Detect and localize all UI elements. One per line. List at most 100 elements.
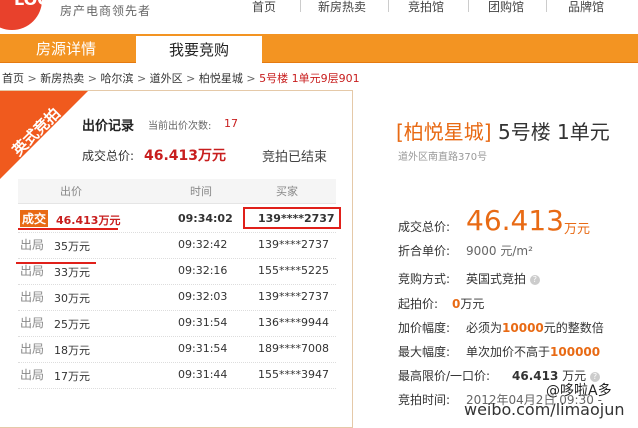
max-increment-label: 最大幅度: <box>398 345 451 359</box>
breadcrumb-district[interactable]: 道外区 <box>150 72 183 85</box>
nav-group-buy[interactable]: 团购馆 <box>488 0 524 15</box>
nav-divider <box>300 0 301 12</box>
breadcrumb-home[interactable]: 首页 <box>2 72 24 85</box>
auction-time-label: 竞拍时间: <box>398 393 451 407</box>
table-row: 出局 35万元 09:32:42 139****2737 <box>18 233 336 259</box>
status-badge: 出局 <box>20 368 45 382</box>
table-row: 出局 30万元 09:32:03 139****2737 <box>18 285 336 311</box>
start-price-label: 起拍价: <box>398 297 439 311</box>
breadcrumb-current: 5号楼 1单元9层901 <box>259 72 360 85</box>
bidder: 155****5225 <box>258 264 329 277</box>
bidder: 136****9944 <box>258 316 329 329</box>
auction-mode-value: 英国式竞拍 <box>466 272 527 286</box>
increment-suffix: 元的整数倍 <box>543 321 604 335</box>
increment-prefix: 必须为 <box>466 321 503 335</box>
total-price-unit: 万元 <box>564 222 591 237</box>
nav-new-homes[interactable]: 新房热卖 <box>318 0 366 15</box>
bidder: 189****7008 <box>258 342 329 355</box>
bidder: 155****3947 <box>258 368 329 381</box>
breadcrumb-new-homes[interactable]: 新房热卖 <box>40 72 84 85</box>
record-title: 出价记录 <box>82 119 135 134</box>
unit-price-label: 折合单价: <box>398 244 451 258</box>
nav-divider <box>388 0 389 12</box>
auction-status: 竞拍已结束 <box>262 150 328 165</box>
bid-price: 35万元 <box>54 240 90 253</box>
nav-divider <box>546 0 547 12</box>
unit-name: 5号楼 1单元 <box>497 120 610 144</box>
deal-price-label: 成交总价: <box>82 149 135 163</box>
highlight-box-buyer <box>243 207 341 229</box>
table-row: 出局 25万元 09:31:54 136****9944 <box>18 311 336 337</box>
bid-time: 09:32:03 <box>178 290 228 303</box>
auction-mode: 英国式竞拍 ? <box>466 270 540 287</box>
highlight-underline-out <box>16 262 96 264</box>
breadcrumb-separator: > <box>27 72 37 85</box>
bid-count-label: 当前出价次数: <box>148 121 212 132</box>
help-icon[interactable]: ? <box>529 274 540 285</box>
increment-value: 10000 <box>502 321 544 335</box>
watermark-url: weibo.com/limaojun <box>464 400 625 419</box>
nav-divider <box>468 0 469 12</box>
status-badge: 出局 <box>20 316 45 330</box>
nav-brand[interactable]: 品牌馆 <box>568 0 604 15</box>
table-header: 出价 时间 买家 <box>18 179 336 204</box>
column-buyer: 买家 <box>276 185 298 198</box>
bid-price: 30万元 <box>54 292 90 305</box>
listing-title: [柏悦星城] 5号楼 1单元 <box>396 116 610 145</box>
table-row: 出局 17万元 09:31:44 155****3947 <box>18 363 336 389</box>
bid-time: 09:31:54 <box>178 316 228 329</box>
nav-auction[interactable]: 竞拍馆 <box>408 0 444 15</box>
main-nav: 首页 新房热卖 竞拍馆 团购馆 品牌馆 <box>250 0 638 14</box>
tab-bid[interactable]: 我要竞购 <box>136 36 262 63</box>
bid-time: 09:34:02 <box>178 212 233 225</box>
status-badge: 出局 <box>20 238 45 252</box>
bid-price: 46.413万元 <box>56 214 121 227</box>
breadcrumb-city[interactable]: 哈尔滨 <box>100 72 133 85</box>
address: 道外区南直路370号 <box>398 152 488 163</box>
increment-label: 加价幅度: <box>398 321 451 335</box>
breadcrumb-project[interactable]: 柏悦星城 <box>199 72 243 85</box>
bid-time: 09:31:54 <box>178 342 228 355</box>
max-price-label: 最高限价/一口价: <box>398 369 491 383</box>
bid-time: 09:31:44 <box>178 368 228 381</box>
bidder: 139****2737 <box>258 238 329 251</box>
total-price-value: 46.413 <box>466 204 564 237</box>
table-row: 出局 18万元 09:31:54 189****7008 <box>18 337 336 363</box>
status-badge: 出局 <box>20 264 45 278</box>
breadcrumb: 首页 > 新房热卖 > 哈尔滨 > 道外区 > 柏悦星城 > 5号楼 1单元9层… <box>2 70 360 86</box>
highlight-underline-price <box>18 228 118 230</box>
max-increment-prefix: 单次加价不高于 <box>466 345 551 359</box>
auction-mode-label: 竞购方式: <box>398 272 451 286</box>
bid-price: 25万元 <box>54 318 90 331</box>
logo-text: LOG <box>14 0 50 9</box>
slogan: 房产电商领先者 <box>60 4 152 18</box>
column-price: 出价 <box>60 185 82 198</box>
breadcrumb-separator: > <box>186 72 196 85</box>
status-badge: 出局 <box>20 290 45 304</box>
bidder: 139****2737 <box>258 290 329 303</box>
bid-count: 17 <box>224 117 238 130</box>
nav-home[interactable]: 首页 <box>252 0 276 15</box>
breadcrumb-separator: > <box>136 72 147 85</box>
tab-listing-details[interactable]: 房源详情 <box>6 36 126 62</box>
unit-price-value: 9000 元/m² <box>466 244 533 258</box>
watermark-handle: @哆啦A多 <box>546 383 612 399</box>
max-increment: 单次加价不高于100000 <box>466 343 600 360</box>
deal-price-value: 46.413万元 <box>144 148 227 164</box>
bid-price: 17万元 <box>54 370 90 383</box>
bid-time: 09:32:16 <box>178 264 228 277</box>
breadcrumb-separator: > <box>246 72 256 85</box>
bid-price: 18万元 <box>54 344 90 357</box>
max-increment-value: 100000 <box>550 345 601 359</box>
status-badge: 成交 <box>20 210 49 227</box>
breadcrumb-separator: > <box>87 72 97 85</box>
tab-bar: 房源详情 我要竞购 <box>0 34 638 63</box>
increment: 必须为10000元的整数倍 <box>466 319 604 336</box>
start-price: 0万元 <box>452 295 484 312</box>
column-time: 时间 <box>190 185 212 198</box>
project-name[interactable]: [柏悦星城] <box>396 120 492 144</box>
start-price-unit: 万元 <box>460 297 485 311</box>
bid-price: 33万元 <box>54 266 90 279</box>
bid-time: 09:32:42 <box>178 238 228 251</box>
top-bar: LOG 房产电商领先者 首页 新房热卖 竞拍馆 团购馆 品牌馆 <box>0 0 638 32</box>
